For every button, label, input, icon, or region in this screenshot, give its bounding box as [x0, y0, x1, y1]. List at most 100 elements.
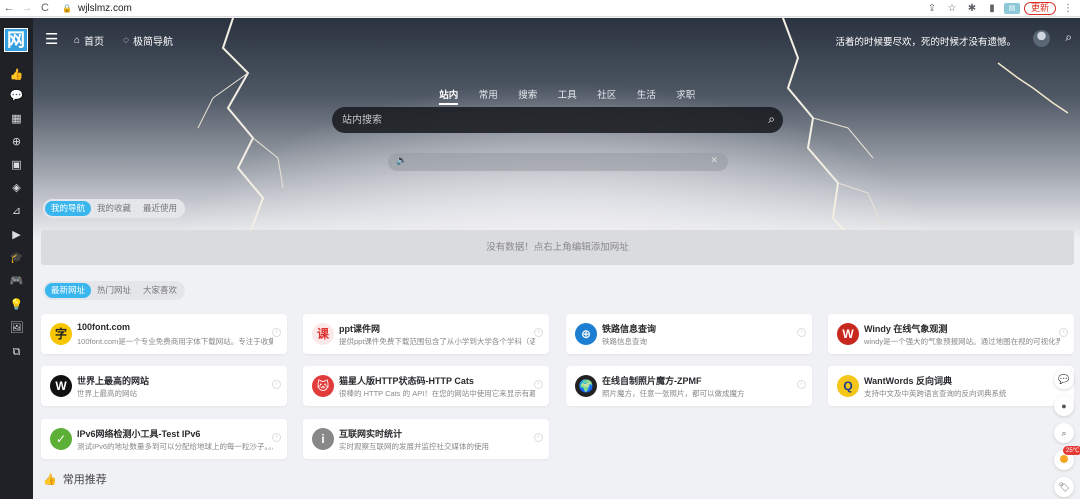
home-link[interactable]: ⌂ 首页: [74, 33, 104, 48]
info-icon[interactable]: ›: [272, 433, 281, 442]
tab-recent[interactable]: 最近使用: [137, 201, 183, 216]
site-card[interactable]: 课 ppt课件网 提供ppt课件免费下载范围包含了从小学到大学各个学科（语文... ›: [303, 314, 549, 354]
chart-icon[interactable]: ⊿: [0, 204, 33, 218]
top-navbar: ☰ ⌂ 首页 ◌ 极简导航 活着的时候要尽欢，死的时候才没有遗憾。 ⌕: [33, 18, 1080, 62]
site-title: ppt课件网: [339, 324, 380, 334]
copy-icon[interactable]: ⧉: [0, 345, 33, 359]
info-icon[interactable]: ›: [797, 328, 806, 337]
tab-my-nav[interactable]: 我的导航: [45, 201, 92, 216]
site-description: 支持中文及中英跨语言查询的反向词典系统: [864, 389, 1007, 398]
section-title: 常用推荐: [62, 474, 107, 486]
compass-icon[interactable]: ◈: [0, 181, 33, 195]
site-logo-icon: W: [50, 375, 72, 397]
site-card[interactable]: 字 100font.com 100font.com是一个专业免费商用字体下载网站。专…: [41, 314, 287, 354]
site-card[interactable]: ⊕ 铁路信息查询 铁路信息查询 ›: [566, 314, 812, 354]
forward-icon[interactable]: →: [18, 0, 36, 17]
address-bar[interactable]: wjlslmz.com: [78, 3, 132, 14]
info-icon[interactable]: ›: [1059, 328, 1068, 337]
tab-community[interactable]: 社区: [587, 87, 627, 104]
back-icon[interactable]: ←: [0, 0, 18, 17]
sidepanel-icon[interactable]: ▮: [984, 3, 1000, 14]
tab-life[interactable]: 生活: [627, 87, 667, 104]
info-icon[interactable]: ›: [534, 328, 543, 337]
bookmark-star-icon[interactable]: ☆: [944, 3, 960, 14]
search-float-icon[interactable]: ⌕: [1054, 423, 1074, 443]
site-description: 照片魔方，任意一张照片，都可以做成魔方: [602, 389, 745, 398]
search-tabs: 站内 常用 搜索 工具 社区 生活 求职: [429, 87, 706, 105]
lock-icon[interactable]: 🔒: [62, 4, 72, 13]
minimal-nav-label: 极简导航: [132, 37, 173, 48]
site-logo[interactable]: 网: [4, 28, 28, 52]
search-input[interactable]: [342, 112, 742, 128]
video-play-icon[interactable]: ▶: [0, 228, 33, 242]
site-logo-icon: ✓: [50, 428, 72, 450]
info-icon[interactable]: ›: [534, 433, 543, 442]
medical-icon[interactable]: ⊕: [0, 135, 33, 149]
search-submit-icon[interactable]: ⌕: [768, 112, 775, 127]
tab-search[interactable]: 搜索: [508, 87, 548, 104]
site-title: 猫星人版HTTP状态码-HTTP Cats: [339, 376, 474, 386]
hero-banner: ☰ ⌂ 首页 ◌ 极简导航 活着的时候要尽欢，死的时候才没有遗憾。 ⌕ 站内 常…: [33, 18, 1080, 240]
my-nav-tabs: 我的导航 我的收藏 最近使用: [43, 199, 186, 218]
profile-icon[interactable]: ▤: [1003, 3, 1020, 14]
sidebar: 网 👍 💬 ▦ ⊕ ▣ ◈ ⊿ ▶ 🎓 🎮 💡 🖼 ⧉: [0, 18, 33, 499]
music-player[interactable]: 🔈 ✕: [388, 153, 728, 171]
tab-common[interactable]: 常用: [469, 87, 509, 104]
close-icon[interactable]: ✕: [710, 155, 718, 166]
tab-my-favorites[interactable]: 我的收藏: [91, 201, 137, 216]
site-title: 世界上最高的网站: [77, 376, 150, 386]
image-icon[interactable]: 🖼: [0, 321, 33, 335]
graduation-cap-icon[interactable]: 🎓: [0, 251, 33, 265]
site-logo-icon: 字: [50, 323, 72, 345]
tab-site[interactable]: 站内: [429, 87, 469, 105]
volume-icon[interactable]: 🔈: [396, 155, 407, 166]
tab-favorites[interactable]: 大家喜欢: [137, 283, 183, 298]
info-icon[interactable]: ›: [534, 380, 543, 389]
site-logo-icon: 🌍: [575, 375, 597, 397]
site-card[interactable]: ✓ IPv6网络检测小工具-Test IPv6 测试IPv6的地址数量多到可以分配给…: [41, 419, 287, 459]
site-description: 100font.com是一个专业免费商用字体下载网站。专注于收集整...: [77, 337, 273, 346]
lightbulb-icon[interactable]: 💡: [0, 298, 33, 312]
info-icon[interactable]: ›: [272, 328, 281, 337]
info-icon[interactable]: ›: [797, 380, 806, 389]
grid-icon[interactable]: ▦: [0, 112, 33, 126]
qq-icon[interactable]: ●: [1054, 396, 1074, 416]
site-card[interactable]: i 互联网实时统计 实时观察互联网的发展并监控社交媒体的使用 ›: [303, 419, 549, 459]
weather-badge: 25℃: [1063, 446, 1080, 455]
site-description: 很棒的 HTTP Cats 的 API！在您的网站中使用它来显示有趣的错...: [339, 389, 535, 398]
more-menu-icon[interactable]: ⋮: [1060, 3, 1076, 14]
thumbs-up-icon[interactable]: 👍: [0, 68, 33, 82]
site-title: WantWords 反向词典: [864, 376, 952, 386]
tag-icon[interactable]: 🏷: [1054, 477, 1074, 497]
site-card[interactable]: 🌍 在线自制照片魔方-ZPMF 照片魔方，任意一张照片，都可以做成魔方 ›: [566, 366, 812, 406]
site-card[interactable]: QWantWords 反向词典支持中文及中英跨语言查询的反向词典系统›: [828, 366, 1074, 406]
site-logo-icon: W: [837, 323, 859, 345]
update-button[interactable]: 更新: [1023, 2, 1056, 15]
site-logo-icon: Q: [837, 375, 859, 397]
info-icon[interactable]: ›: [272, 380, 281, 389]
tab-jobs[interactable]: 求职: [666, 87, 706, 104]
site-card[interactable]: 🐱 猫星人版HTTP状态码-HTTP Cats 很棒的 HTTP Cats 的 AP…: [303, 366, 549, 406]
hamburger-menu-icon[interactable]: ☰: [45, 30, 58, 48]
chat-icon[interactable]: 💬: [0, 89, 33, 103]
gamepad-icon[interactable]: 🎮: [0, 274, 33, 288]
calendar-icon[interactable]: ▣: [0, 158, 33, 172]
avatar[interactable]: [1033, 30, 1050, 47]
tab-latest-sites[interactable]: 最新网址: [45, 283, 92, 298]
site-description: 世界上最高的网站: [77, 389, 137, 398]
extensions-icon[interactable]: ✱: [964, 3, 980, 14]
search-icon[interactable]: ⌕: [1065, 30, 1072, 45]
site-list-tabs: 最新网址 热门网址 大家喜欢: [43, 281, 186, 300]
site-title: 互联网实时统计: [339, 429, 403, 439]
site-description: 测试IPv6的地址数量多到可以分配给地球上的每一粒沙子。。。...: [77, 442, 273, 451]
site-title: Windy 在线气象观测: [864, 324, 948, 334]
wechat-icon[interactable]: 💬: [1054, 369, 1074, 389]
tab-tools[interactable]: 工具: [548, 87, 588, 104]
site-card[interactable]: W 世界上最高的网站 世界上最高的网站 ›: [41, 366, 287, 406]
reload-icon[interactable]: C: [36, 0, 54, 17]
tab-popular-sites[interactable]: 热门网址: [91, 283, 137, 298]
minimal-nav-link[interactable]: ◌ 极简导航: [123, 33, 173, 48]
site-description: 实时观察互联网的发展并监控社交媒体的使用: [339, 442, 489, 451]
share-icon[interactable]: ⇪: [924, 3, 940, 14]
site-card[interactable]: W Windy 在线气象观测 windy是一个强大的气象预报网站。通过地图在视的可视…: [828, 314, 1074, 354]
